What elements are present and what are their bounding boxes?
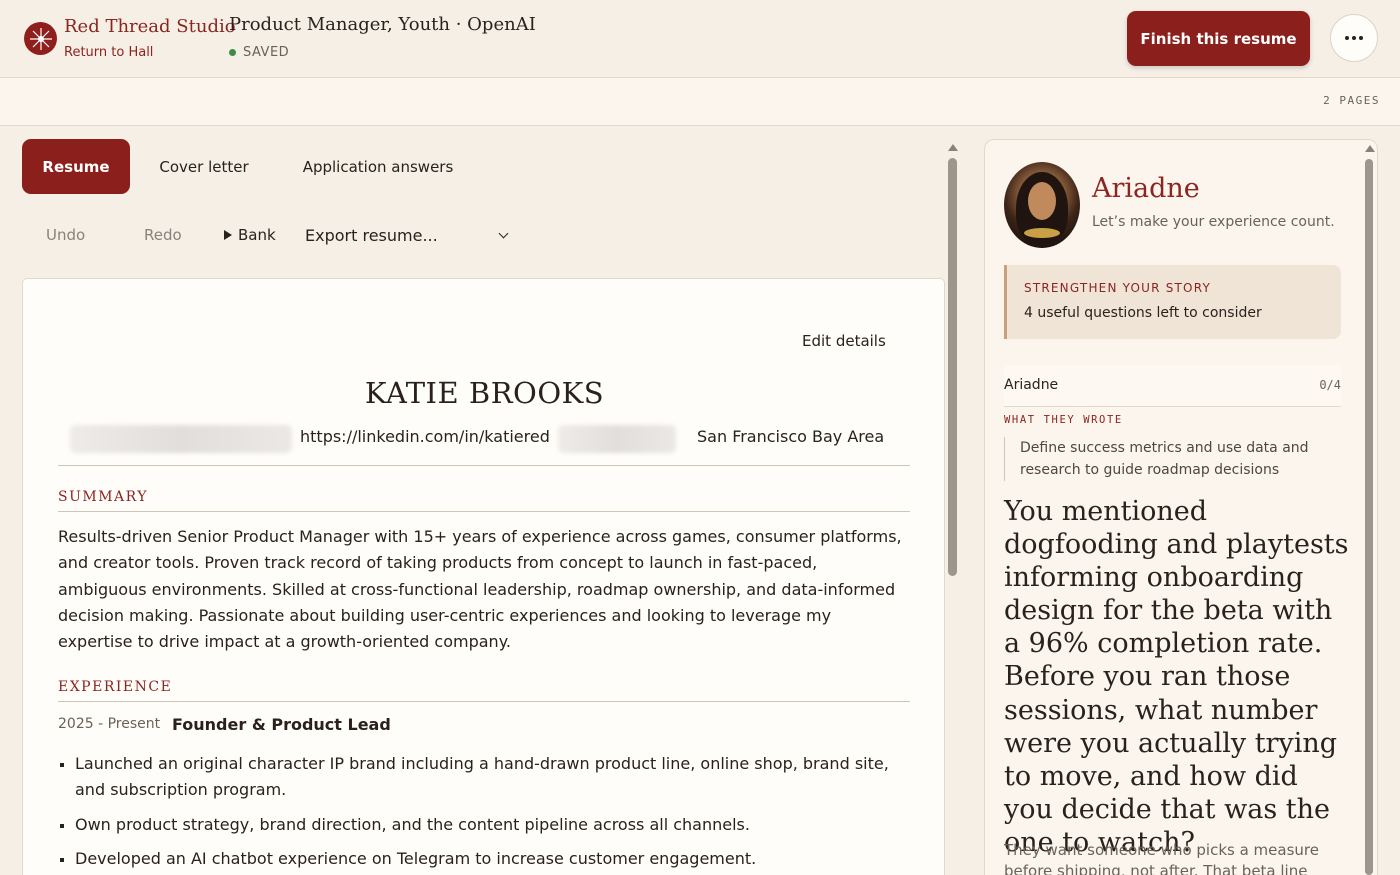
coach-tagline: Let’s make your experience count. (1092, 214, 1335, 230)
document-title: Product Manager, Youth · OpenAI (229, 14, 536, 35)
page-count: 2 PAGES (1323, 94, 1380, 107)
summary-text[interactable]: Results-driven Senior Product Manager wi… (58, 524, 908, 655)
resume-scrollbar[interactable] (946, 140, 960, 875)
coach-panel: Ariadne Let’s make your experience count… (984, 139, 1378, 875)
experience-bullet[interactable]: Developed an AI chatbot experience on Te… (58, 846, 908, 872)
candidate-name: KATIE BROOKS (364, 376, 605, 410)
callout-heading: STRENGTHEN YOUR STORY (1024, 281, 1211, 295)
coach-avatar (1004, 162, 1080, 248)
scrollbar-thumb[interactable] (948, 158, 957, 576)
callout-subtitle: 4 useful questions left to consider (1024, 305, 1262, 321)
redo-button[interactable]: Redo (144, 226, 182, 244)
tab-application-answers[interactable]: Application answers (286, 139, 470, 194)
more-horizontal-icon[interactable] (1330, 14, 1378, 62)
scrollbar-thumb[interactable] (1365, 159, 1373, 875)
coach-name: Ariadne (1092, 173, 1200, 204)
coach-question: You mentioned dogfooding and playtests i… (1004, 496, 1349, 858)
compass-star-icon[interactable] (24, 22, 57, 55)
scroll-up-icon[interactable] (1365, 145, 1375, 152)
undo-button[interactable]: Undo (46, 226, 85, 244)
experience-dates: 2025 - Present (58, 716, 161, 732)
what-they-wrote-label: WHAT THEY WROTE (1004, 414, 1123, 426)
location: San Francisco Bay Area (697, 427, 885, 446)
resume-document: Edit details KATIE BROOKS https://linked… (22, 278, 945, 875)
page-count-bar: 2 PAGES (0, 78, 1400, 126)
experience-bullet[interactable]: Launched an original character IP brand … (58, 751, 908, 804)
progress-name: Ariadne (1004, 377, 1059, 393)
job-posting-quote: Define success metrics and use data and … (1004, 437, 1341, 481)
save-status: SAVED (229, 45, 289, 60)
export-resume-select[interactable]: Export resume... (305, 226, 515, 245)
save-status-label: SAVED (243, 45, 290, 60)
experience-bullets: Launched an original character IP brand … (58, 751, 908, 875)
tab-cover-letter[interactable]: Cover letter (144, 139, 264, 194)
scroll-up-icon[interactable] (948, 144, 958, 151)
summary-heading: SUMMARY (58, 489, 149, 505)
tab-resume[interactable]: Resume (22, 139, 130, 194)
brand-name[interactable]: Red Thread Studio (64, 16, 236, 37)
edit-details-button[interactable]: Edit details (802, 332, 886, 350)
experience-heading: EXPERIENCE (58, 679, 173, 695)
finish-resume-button[interactable]: Finish this resume (1127, 11, 1310, 66)
summary-divider (58, 511, 910, 512)
header-divider (58, 465, 910, 466)
return-to-hall-link[interactable]: Return to Hall (64, 45, 153, 60)
strengthen-story-callout[interactable]: STRENGTHEN YOUR STORY 4 useful questions… (1004, 265, 1341, 339)
bank-label: Bank (238, 226, 276, 244)
coach-explanation: They want someone who picks a measure be… (1004, 841, 1319, 875)
experience-role[interactable]: Founder & Product Lead (172, 715, 391, 734)
linkedin-url: https://linkedin.com/in/katiered (300, 427, 550, 446)
experience-divider (58, 701, 910, 702)
coach-panel-scrollbar[interactable] (1363, 141, 1376, 875)
saved-status-dot-icon (229, 49, 236, 56)
chevron-down-icon (498, 228, 509, 239)
progress-count: 0/4 (1319, 378, 1341, 392)
export-resume-label: Export resume... (305, 226, 438, 245)
top-bar: Red Thread Studio Return to Hall Product… (0, 0, 1400, 78)
bank-toggle[interactable]: Bank (224, 226, 276, 244)
question-progress-row: Ariadne 0/4 (1004, 365, 1341, 407)
redacted-email (70, 425, 292, 453)
redacted-phone (558, 425, 676, 453)
experience-bullet[interactable]: Own product strategy, brand direction, a… (58, 812, 908, 838)
caret-right-icon (224, 230, 232, 240)
